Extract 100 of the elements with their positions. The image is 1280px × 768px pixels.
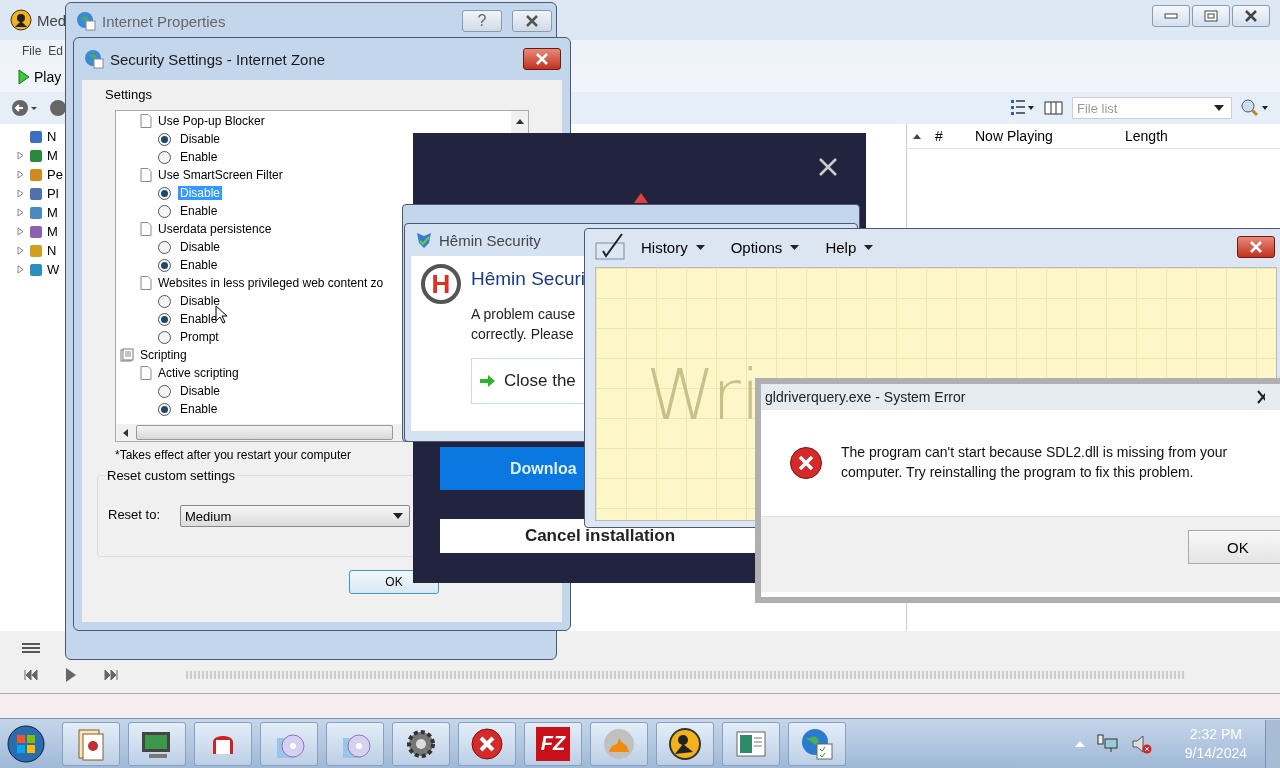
option-label: Enable: [179, 312, 219, 326]
close-button[interactable]: [1237, 236, 1275, 258]
tree-item[interactable]: M: [47, 224, 58, 239]
option-label: Enable: [179, 258, 219, 272]
document-icon: [140, 276, 152, 290]
ok-button[interactable]: OK: [1188, 530, 1280, 564]
minimize-icon: [1164, 13, 1178, 19]
start-button[interactable]: [6, 723, 46, 764]
clock-time: 2:32 PM: [1189, 724, 1242, 744]
menu-item[interactable]: File: [22, 44, 42, 58]
expand-arrow-icon[interactable]: [17, 151, 24, 160]
play-icon: [18, 69, 30, 85]
tree-item[interactable]: M: [47, 148, 58, 163]
playlist-icon[interactable]: [22, 642, 40, 654]
caret-icon: [790, 244, 800, 250]
option-label: Prompt: [179, 330, 220, 344]
close-icon[interactable]: [1257, 390, 1265, 404]
radio-button[interactable]: [158, 204, 171, 218]
radio-button[interactable]: [158, 132, 171, 146]
expand-arrow-icon[interactable]: [17, 208, 24, 217]
setting-label: Active scripting: [158, 366, 239, 380]
library-icon: [28, 261, 44, 278]
pen-icon: [595, 233, 627, 261]
app-icon: [10, 9, 32, 31]
radio-button[interactable]: [158, 186, 171, 200]
library-icon: [28, 204, 44, 221]
window-title: gldriverquery.exe - System Error: [765, 389, 967, 405]
muted-speaker-icon[interactable]: [1130, 733, 1153, 754]
radio-button[interactable]: [158, 312, 171, 326]
reset-level-dropdown[interactable]: Medium: [180, 505, 411, 527]
document-icon: [140, 366, 152, 380]
expand-arrow-icon[interactable]: [17, 227, 24, 236]
scroll-left-icon[interactable]: [123, 428, 128, 437]
menu-button[interactable]: Options: [722, 238, 812, 256]
window-title: Med: [37, 11, 67, 29]
handwriting-hint: Wri: [646, 354, 761, 436]
option-label: Disable: [179, 240, 222, 254]
library-icon: [28, 242, 44, 259]
group-label: Settings: [105, 87, 152, 102]
tree-item[interactable]: N: [47, 129, 57, 144]
close-button[interactable]: [1232, 5, 1270, 27]
radio-button[interactable]: [158, 294, 171, 308]
menu-button[interactable]: Help: [817, 238, 886, 256]
list-view-icon[interactable]: [1010, 98, 1036, 118]
file-list-field[interactable]: File list: [1072, 97, 1232, 119]
menu-button[interactable]: History: [633, 238, 717, 256]
network-icon[interactable]: [1096, 733, 1119, 754]
option-label: Disable: [178, 186, 223, 200]
expand-arrow-icon[interactable]: [17, 170, 24, 179]
columns-icon[interactable]: [1044, 100, 1064, 116]
column-header[interactable]: Now Playing: [975, 128, 1125, 144]
minimize-button[interactable]: [1152, 5, 1190, 27]
search-icon[interactable]: [1240, 98, 1270, 118]
radio-button[interactable]: [158, 402, 171, 416]
close-button[interactable]: [523, 48, 561, 70]
document-icon: [140, 114, 152, 128]
radio-button[interactable]: [158, 384, 171, 398]
note-text: *Takes effect after you restart your computer: [115, 448, 351, 462]
figure-icon: [667, 725, 703, 762]
window-title: Internet Properties: [102, 12, 227, 30]
company-logo: H: [421, 264, 461, 304]
play-button[interactable]: Play: [16, 69, 64, 85]
previous-icon[interactable]: [24, 670, 38, 680]
play-icon[interactable]: [66, 668, 76, 682]
error-icon: [789, 446, 823, 480]
expand-arrow-icon[interactable]: [17, 265, 24, 274]
taskbar-button[interactable]: [458, 721, 516, 766]
maximize-icon: [1204, 10, 1218, 22]
tree-item[interactable]: N: [47, 243, 57, 258]
radio-button[interactable]: [158, 330, 171, 344]
field-label: Reset to:: [108, 506, 161, 522]
tree-item[interactable]: Pl: [47, 186, 59, 201]
taskbar-button[interactable]: FZ: [524, 721, 582, 766]
caret-icon: [864, 244, 874, 250]
tree-item[interactable]: W: [47, 262, 60, 277]
back-icon[interactable]: [10, 98, 40, 118]
help-button[interactable]: ?: [462, 10, 502, 32]
radio-button[interactable]: [158, 240, 171, 254]
next-icon[interactable]: [104, 670, 118, 680]
close-icon: [525, 15, 539, 27]
menu-item[interactable]: Ed: [48, 44, 64, 58]
sort-arrow-icon[interactable]: [913, 133, 921, 139]
stop-icon: [469, 725, 505, 762]
radio-button[interactable]: [158, 258, 171, 272]
expand-arrow-icon[interactable]: [17, 246, 24, 255]
column-header[interactable]: #: [927, 128, 975, 144]
taskbar-button[interactable]: [656, 721, 714, 766]
close-button[interactable]: [512, 10, 552, 32]
library-icon: [28, 147, 44, 164]
setting-label: Userdata persistence: [158, 222, 272, 236]
taskbar-button[interactable]: [128, 721, 186, 766]
radio-button[interactable]: [158, 150, 171, 164]
tree-item[interactable]: Pe: [47, 167, 63, 182]
globe-icon: [84, 49, 104, 69]
tree-item[interactable]: M: [47, 205, 58, 220]
taskbar-button[interactable]: [392, 721, 450, 766]
caret-icon[interactable]: [1214, 105, 1224, 111]
expand-arrow-icon[interactable]: [17, 189, 24, 198]
library-icon: [28, 223, 44, 240]
column-header[interactable]: Length: [1125, 128, 1168, 144]
